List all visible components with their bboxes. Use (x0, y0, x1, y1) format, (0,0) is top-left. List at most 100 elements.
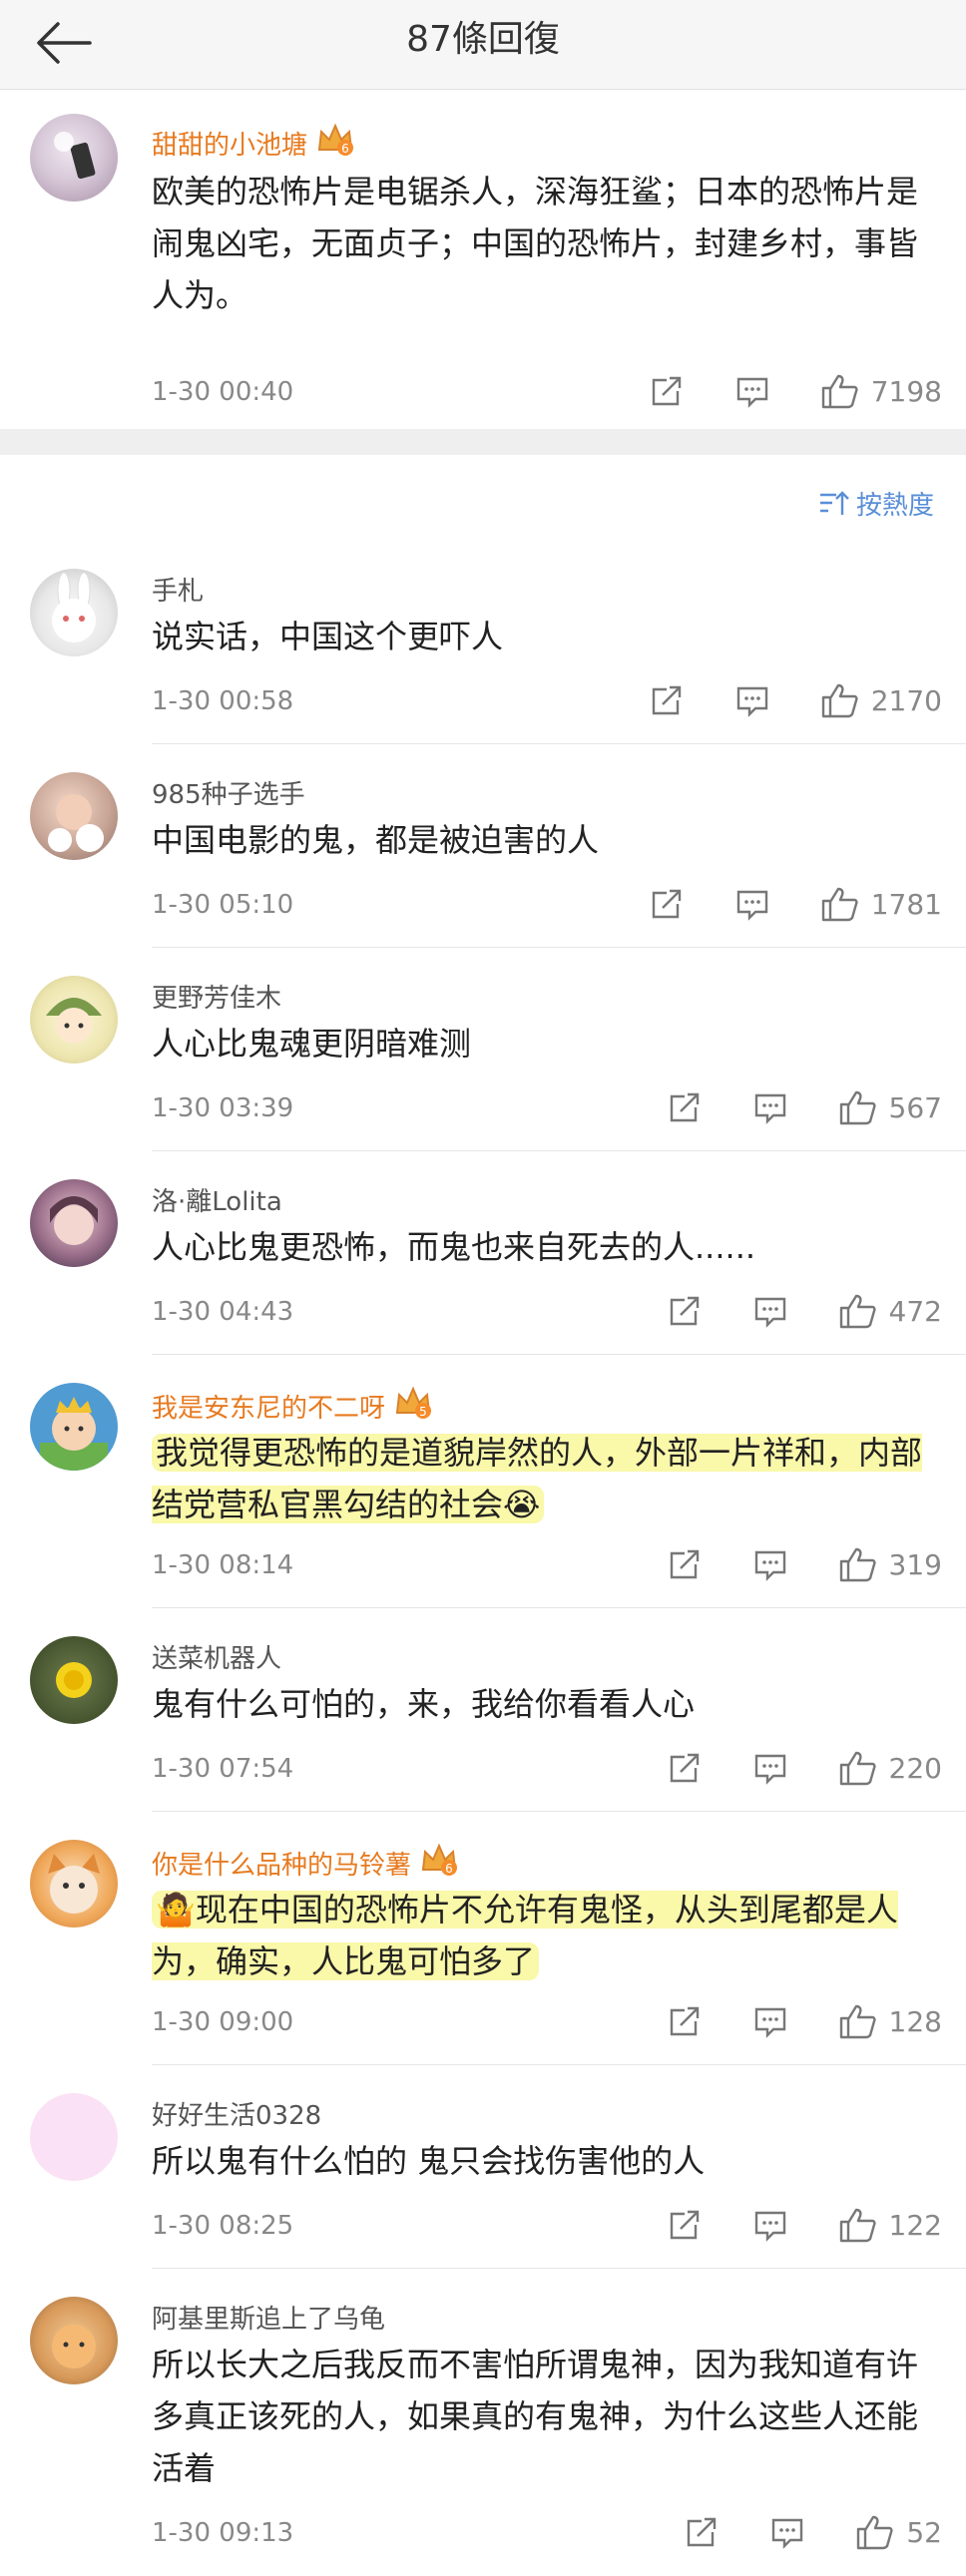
like-button[interactable]: 7198 (821, 373, 942, 409)
username[interactable]: 我是安东尼的不二呀 5 (152, 1385, 433, 1428)
like-button[interactable]: 567 (839, 1089, 942, 1125)
thumbs-up-icon (839, 2004, 876, 2039)
reply-button[interactable] (753, 1547, 787, 1581)
share-icon (670, 1549, 699, 1579)
repost-button[interactable] (668, 1294, 702, 1328)
username[interactable]: 更野芳佳木 (152, 978, 281, 1015)
thumbs-up-icon (839, 2208, 876, 2243)
repost-button[interactable] (668, 1547, 702, 1581)
comment-icon (754, 2211, 785, 2242)
comment-item: 你是什么品种的马铃薯 6 🤷现在中国的恐怖片不允许有鬼怪，从头到尾都是人为，确实，… (0, 1812, 966, 2065)
username[interactable]: 手札 (152, 571, 204, 608)
comment-text: 所以鬼有什么怕的 鬼只会找伤害他的人 (152, 2142, 706, 2180)
comment-time: 1-30 03:39 (152, 1093, 294, 1123)
comment-icon (736, 377, 767, 408)
comment-item: 洛·離Lolita 人心比鬼更恐怖，而鬼也来自死去的人...... 1-30 0… (0, 1151, 966, 1355)
reply-button[interactable] (770, 2515, 804, 2549)
like-button[interactable]: 2170 (821, 682, 942, 718)
avatar[interactable] (30, 569, 118, 656)
repost-button[interactable] (650, 374, 684, 408)
thumbs-up-icon (821, 374, 858, 409)
avatar[interactable] (30, 2093, 118, 2181)
comment-icon (754, 2007, 785, 2038)
like-count: 1781 (870, 887, 942, 921)
avatar[interactable] (30, 772, 118, 860)
thumbs-up-icon (857, 2515, 893, 2550)
comment-actions: 1781 (650, 884, 942, 924)
repost-button[interactable] (668, 2208, 702, 2242)
comment-text: 我觉得更恐怖的是道貌岸然的人，外部一片祥和，内部结党营私官黑勾结的社会😭 (152, 1434, 923, 1523)
comment-actions: 319 (668, 1544, 942, 1584)
avatar[interactable] (30, 114, 118, 202)
reply-button[interactable] (753, 1090, 787, 1124)
comment-item: 985种子选手 中国电影的鬼，都是被迫害的人 1-30 05:10 1781 (0, 744, 966, 948)
avatar[interactable] (30, 2297, 118, 2384)
share-icon (670, 1753, 699, 1783)
comment-item: 手札 说实话，中国这个更吓人 1-30 00:58 2170 (0, 541, 966, 744)
like-button[interactable]: 319 (839, 1546, 942, 1582)
share-icon (670, 2210, 699, 2240)
top-comment: 甜甜的小池塘 6 欧美的恐怖片是电锯杀人，深海狂鲨；日本的恐怖片是闹鬼凶宅，无面贞… (0, 90, 966, 429)
reply-button[interactable] (735, 683, 769, 717)
reply-button[interactable] (735, 887, 769, 921)
username[interactable]: 985种子选手 (152, 774, 305, 811)
comment-time: 1-30 07:54 (152, 1754, 294, 1784)
avatar[interactable] (30, 1840, 118, 1928)
repost-button[interactable] (650, 887, 684, 921)
thumbs-up-icon (839, 1547, 876, 1582)
comment-icon (754, 1550, 785, 1581)
comment-icon (772, 2518, 803, 2549)
comment-actions: 472 (668, 1291, 942, 1331)
reply-button[interactable] (753, 1751, 787, 1785)
like-button[interactable]: 122 (839, 2207, 942, 2243)
share-icon (688, 2517, 717, 2547)
share-icon (670, 2006, 699, 2036)
username[interactable]: 洛·離Lolita (152, 1181, 282, 1218)
like-button[interactable]: 52 (856, 2514, 942, 2550)
reply-button[interactable] (753, 1294, 787, 1328)
svg-text:5: 5 (419, 1405, 427, 1419)
comment-item: 送菜机器人 鬼有什么可怕的，来，我给你看看人心 1-30 07:54 220 (0, 1608, 966, 1812)
vip-crown-icon: 5 (393, 1385, 433, 1428)
vip-crown-icon: 6 (315, 122, 355, 165)
username[interactable]: 阿基里斯追上了乌龟 (152, 2299, 385, 2336)
like-button[interactable]: 472 (839, 1293, 942, 1329)
share-icon (670, 1092, 699, 1122)
avatar[interactable] (30, 1636, 118, 1724)
repost-button[interactable] (650, 683, 684, 717)
comment-time: 1-30 08:25 (152, 2211, 294, 2241)
thumbs-up-icon (821, 683, 858, 718)
thumbs-up-icon (839, 1751, 876, 1786)
repost-button[interactable] (685, 2515, 719, 2549)
comment-text: 所以长大之后我反而不害怕所谓鬼神，因为我知道有许多真正该死的人，如果真的有鬼神，… (152, 2346, 919, 2487)
reply-button[interactable] (753, 2208, 787, 2242)
comment-time: 1-30 00:58 (152, 686, 294, 716)
avatar[interactable] (30, 1383, 118, 1471)
comment-actions: 128 (668, 2001, 942, 2041)
comment-text: 欧美的恐怖片是电锯杀人，深海狂鲨；日本的恐怖片是闹鬼凶宅，无面贞子；中国的恐怖片… (152, 173, 919, 314)
share-icon (670, 1296, 699, 1326)
username[interactable]: 送菜机器人 (152, 1638, 281, 1675)
avatar[interactable] (30, 976, 118, 1064)
avatar[interactable] (30, 1179, 118, 1267)
like-count: 472 (888, 1294, 942, 1328)
comment-time: 1-30 08:14 (152, 1550, 294, 1580)
like-button[interactable]: 1781 (821, 886, 942, 922)
comment-actions: 2170 (650, 680, 942, 720)
like-count: 122 (888, 2208, 942, 2242)
username[interactable]: 你是什么品种的马铃薯 6 (152, 1842, 459, 1885)
share-icon (652, 889, 681, 919)
vip-crown-icon: 6 (419, 1842, 459, 1885)
reply-button[interactable] (735, 374, 769, 408)
username[interactable]: 甜甜的小池塘 6 (152, 122, 355, 165)
repost-button[interactable] (668, 2004, 702, 2038)
reply-button[interactable] (753, 2004, 787, 2038)
section-gap (0, 429, 966, 455)
like-button[interactable]: 220 (839, 1750, 942, 1786)
repost-button[interactable] (668, 1090, 702, 1124)
comment-item: 阿基里斯追上了乌龟 所以长大之后我反而不害怕所谓鬼神，因为我知道有许多真正该死的… (0, 2269, 966, 2576)
sort-button[interactable]: 按熱度 (818, 485, 934, 522)
repost-button[interactable] (668, 1751, 702, 1785)
username[interactable]: 好好生活0328 (152, 2095, 321, 2132)
like-button[interactable]: 128 (839, 2003, 942, 2039)
